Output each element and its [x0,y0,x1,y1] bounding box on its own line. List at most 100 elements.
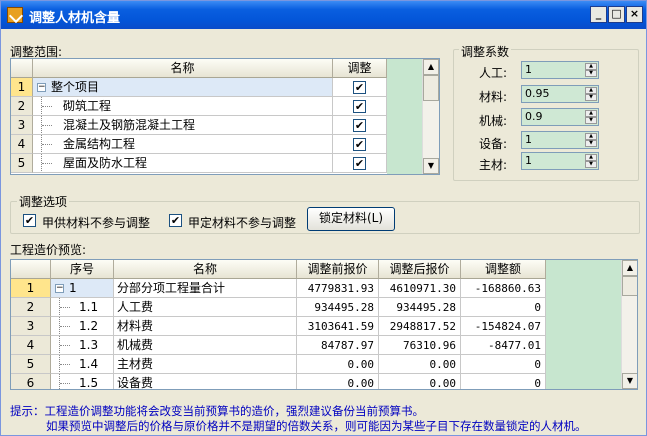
preview-row-diff[interactable]: 0 [461,298,546,317]
preview-row-after[interactable]: 0.00 [379,374,461,389]
machine-label: 机械: [479,114,508,128]
spin-up-icon[interactable]: ▲ [585,133,597,140]
adjust-checkbox[interactable]: ✔ [353,100,366,113]
adjust-checkbox[interactable]: ✔ [353,138,366,151]
exclude-supplied-label[interactable]: 甲供材料不参与调整 [42,214,150,231]
preview-row-seq[interactable]: 1.3 [51,336,114,355]
preview-row-name[interactable]: 人工费 [114,298,297,317]
scope-row-name[interactable]: 砌筑工程 [33,97,333,116]
scope-row-adjust[interactable]: ✔ [333,97,387,116]
preview-row-after[interactable]: 4610971.30 [379,279,461,298]
preview-row-before[interactable]: 934495.28 [297,298,379,317]
scroll-up-icon[interactable]: ▲ [423,59,439,75]
preview-row-diff[interactable]: -168860.63 [461,279,546,298]
preview-row-name[interactable]: 材料费 [114,317,297,336]
preview-header-seq[interactable]: 序号 [51,260,114,279]
material-spin[interactable]: 0.95 ▲ ▼ [521,85,599,103]
scroll-thumb[interactable] [423,75,439,101]
scope-row-adjust[interactable]: ✔ [333,78,387,97]
scope-row-adjust[interactable]: ✔ [333,116,387,135]
preview-row-diff[interactable]: 0 [461,374,546,389]
scope-row-adjust[interactable]: ✔ [333,154,387,173]
scope-header-adjust[interactable]: 调整 [333,59,387,78]
preview-grid[interactable]: 序号 名称 调整前报价 调整后报价 调整额 1 − 1 分部分项工程量合计 47… [10,259,638,390]
equipment-spin[interactable]: 1 ▲ ▼ [521,131,599,149]
preview-row-diff[interactable]: -154824.07 [461,317,546,336]
tree-collapse-icon[interactable]: − [55,284,64,293]
adjust-checkbox[interactable]: ✔ [353,81,366,94]
scroll-up-icon[interactable]: ▲ [622,260,637,276]
spin-up-icon[interactable]: ▲ [585,110,597,117]
scroll-down-icon[interactable]: ▼ [622,373,637,389]
preview-header-diff[interactable]: 调整额 [461,260,546,279]
spin-up-icon[interactable]: ▲ [585,63,597,70]
scope-grid[interactable]: 名称 调整 1 − 整个项目 ✔ 2 砌筑工程 ✔ 3 混凝土及钢筋混凝土工程 … [10,58,440,175]
preview-row-before[interactable]: 84787.97 [297,336,379,355]
main-material-spin[interactable]: 1 ▲ ▼ [521,152,599,170]
scope-row-name[interactable]: 屋面及防水工程 [33,154,333,173]
preview-row-after[interactable]: 934495.28 [379,298,461,317]
app-icon [7,7,23,23]
scope-row-adjust[interactable]: ✔ [333,135,387,154]
main-material-label: 主材: [479,158,508,172]
preview-row-before[interactable]: 3103641.59 [297,317,379,336]
scroll-down-icon[interactable]: ▼ [423,158,439,174]
scope-row-name[interactable]: − 整个项目 [33,78,333,97]
preview-corner-header [11,260,51,279]
preview-row-after[interactable]: 76310.96 [379,336,461,355]
maximize-button[interactable]: □ [608,6,625,23]
labor-value[interactable]: 1 [525,63,532,76]
material-value[interactable]: 0.95 [525,87,550,100]
machine-value[interactable]: 0.9 [525,110,543,123]
title-bar[interactable]: 调整人材机含量 _ □ × [1,1,646,29]
preview-row-before[interactable]: 4779831.93 [297,279,379,298]
lock-material-button[interactable]: 锁定材料(L) [307,207,395,231]
preview-row-after[interactable]: 0.00 [379,355,461,374]
exclude-designated-label[interactable]: 甲定材料不参与调整 [188,214,296,231]
adjust-checkbox[interactable]: ✔ [353,157,366,170]
scope-corner-header [11,59,33,78]
preview-row-seq[interactable]: 1.4 [51,355,114,374]
preview-row-seq[interactable]: − 1 [51,279,114,298]
minimize-button[interactable]: _ [590,6,607,23]
preview-row-name[interactable]: 机械费 [114,336,297,355]
close-button[interactable]: × [626,6,643,23]
spin-down-icon[interactable]: ▼ [585,70,597,77]
scope-header-name[interactable]: 名称 [33,59,333,78]
preview-row-seq[interactable]: 1.5 [51,374,114,389]
main-material-value[interactable]: 1 [525,154,532,167]
scope-scrollbar[interactable]: ▲ ▼ [422,59,439,174]
scroll-thumb[interactable] [622,276,637,296]
spin-down-icon[interactable]: ▼ [585,140,597,147]
preview-header-after[interactable]: 调整后报价 [379,260,461,279]
exclude-supplied-checkbox[interactable]: ✔ [23,214,36,227]
preview-row-before[interactable]: 0.00 [297,355,379,374]
scope-row-name[interactable]: 混凝土及钢筋混凝土工程 [33,116,333,135]
preview-header-before[interactable]: 调整前报价 [297,260,379,279]
preview-row-after[interactable]: 2948817.52 [379,317,461,336]
tree-line [42,125,52,126]
preview-header-name[interactable]: 名称 [114,260,297,279]
spin-down-icon[interactable]: ▼ [585,94,597,101]
preview-row-diff[interactable]: -8477.01 [461,336,546,355]
machine-spin[interactable]: 0.9 ▲ ▼ [521,108,599,126]
exclude-designated-checkbox[interactable]: ✔ [169,214,182,227]
preview-row-name[interactable]: 主材费 [114,355,297,374]
spin-down-icon[interactable]: ▼ [585,161,597,168]
preview-row-seq[interactable]: 1.1 [51,298,114,317]
adjust-checkbox[interactable]: ✔ [353,119,366,132]
preview-row-before[interactable]: 0.00 [297,374,379,389]
scope-row-name[interactable]: 金属结构工程 [33,135,333,154]
equipment-value[interactable]: 1 [525,133,532,146]
spin-up-icon[interactable]: ▲ [585,87,597,94]
spin-down-icon[interactable]: ▼ [585,117,597,124]
tree-line [60,364,70,365]
preview-row-diff[interactable]: 0 [461,355,546,374]
labor-spin[interactable]: 1 ▲ ▼ [521,61,599,79]
preview-scrollbar[interactable]: ▲ ▼ [621,260,637,389]
preview-row-name[interactable]: 设备费 [114,374,297,389]
preview-row-name[interactable]: 分部分项工程量合计 [114,279,297,298]
preview-row-seq[interactable]: 1.2 [51,317,114,336]
spin-up-icon[interactable]: ▲ [585,154,597,161]
tree-collapse-icon[interactable]: − [37,83,46,92]
